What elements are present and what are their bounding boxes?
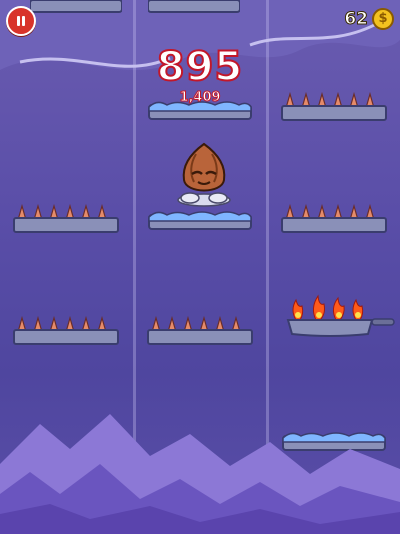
spike-platform (281, 203, 387, 233)
coin-counter: 62 $ (344, 6, 394, 32)
fire-pan-hazard (286, 294, 395, 337)
ice-platform (148, 211, 252, 230)
mountain-range (0, 414, 400, 534)
spike-platform (147, 315, 253, 345)
ice-platform (30, 0, 122, 13)
pause-icon (17, 16, 20, 26)
coconut-character (177, 142, 231, 207)
score: 895 (156, 43, 244, 91)
best-score: 1,409 (179, 90, 221, 106)
ice-platform (148, 0, 240, 13)
pause-button[interactable] (6, 6, 36, 36)
spike-platform (13, 203, 119, 233)
game-screen[interactable]: 62 $ 895 1,409 (0, 0, 400, 534)
pause-icon (22, 16, 25, 26)
spike-platform (13, 315, 119, 345)
coin-count: 62 (344, 9, 369, 30)
coin-icon: $ (372, 8, 394, 30)
